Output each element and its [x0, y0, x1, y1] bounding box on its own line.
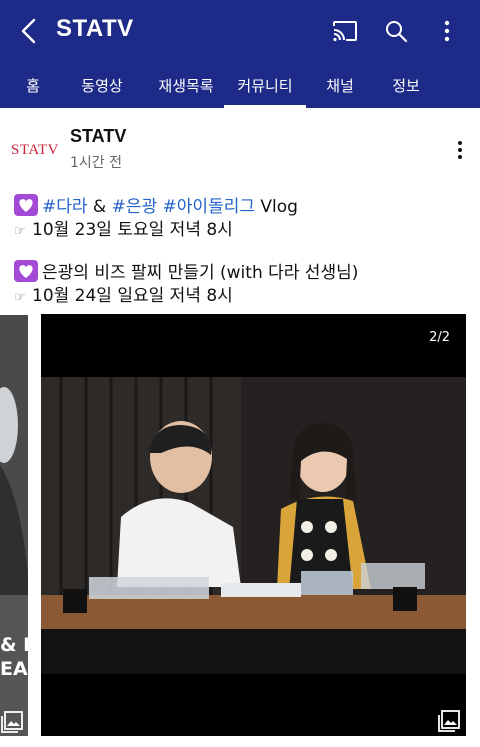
top-bar: STATV [0, 0, 480, 62]
schedule-2: 10월 24일 일요일 저녁 8시 [32, 286, 233, 306]
cast-button[interactable] [328, 14, 362, 48]
tab-home[interactable]: 홈 [13, 62, 53, 108]
post-time: 1시간 전 [70, 155, 122, 171]
purple-heart-icon [14, 260, 38, 282]
hashtag-dara[interactable]: #다라 [42, 197, 88, 217]
previous-image[interactable]: & E EAC [0, 315, 28, 736]
more-vert-icon [458, 141, 462, 159]
tab-videos[interactable]: 동영상 [76, 62, 128, 108]
post-text-line-3: 은광의 비즈 팔찌 만들기 (with 다라 선생님) [14, 258, 358, 283]
tab-community[interactable]: 커뮤니티 [224, 62, 306, 108]
hashtag-eunkwang[interactable]: #은광 [112, 197, 158, 217]
post-menu-button[interactable] [446, 136, 474, 164]
hashtag-idol-league[interactable]: #아이돌리그 [163, 197, 255, 217]
gallery-icon [438, 710, 460, 732]
episode-title: 은광의 비즈 팔찌 만들기 (with 다라 선생님) [42, 263, 359, 283]
app-bar: STATV 홈 동영상 재생목록 커뮤니티 채널 정보 [0, 0, 480, 108]
image-counter: 2/2 [429, 330, 450, 345]
channel-tabs: 홈 동영상 재생목록 커뮤니티 채널 정보 [0, 62, 480, 108]
search-button[interactable] [379, 14, 413, 48]
post-text-line-2: ☞ 10월 23일 토요일 저녁 8시 [14, 215, 233, 240]
post-image[interactable]: 2/2 [41, 314, 466, 736]
search-icon [386, 21, 408, 43]
text-ampersand: & [87, 197, 112, 217]
video-still-photo [41, 377, 466, 674]
more-vert-icon [444, 20, 450, 42]
post-header: STATV STATV 1시간 전 [0, 108, 480, 186]
left-image-caption: & E EAC [0, 634, 28, 680]
back-arrow-icon [21, 18, 36, 44]
more-options-button[interactable] [430, 14, 464, 48]
post-text-line-4: ☞ 10월 24일 일요일 저녁 8시 [14, 281, 233, 306]
schedule-1: 10월 23일 토요일 저녁 8시 [32, 220, 233, 240]
text-vlog: Vlog [255, 197, 298, 217]
purple-heart-icon [14, 194, 38, 216]
tab-playlists[interactable]: 재생목록 [148, 62, 224, 108]
tab-channels[interactable]: 채널 [318, 62, 362, 108]
gallery-icon [1, 711, 23, 733]
pointing-hand-icon: ☞ [14, 224, 26, 239]
cast-icon [333, 21, 357, 42]
channel-avatar[interactable]: STATV [11, 138, 58, 162]
tab-about[interactable]: 정보 [384, 62, 428, 108]
post-text-line-1: #다라 & #은광 #아이돌리그 Vlog [14, 192, 298, 217]
back-button[interactable] [12, 14, 46, 48]
channel-name[interactable]: STATV [70, 126, 126, 147]
page-title: STATV [56, 15, 134, 42]
pointing-hand-icon: ☞ [14, 290, 26, 305]
